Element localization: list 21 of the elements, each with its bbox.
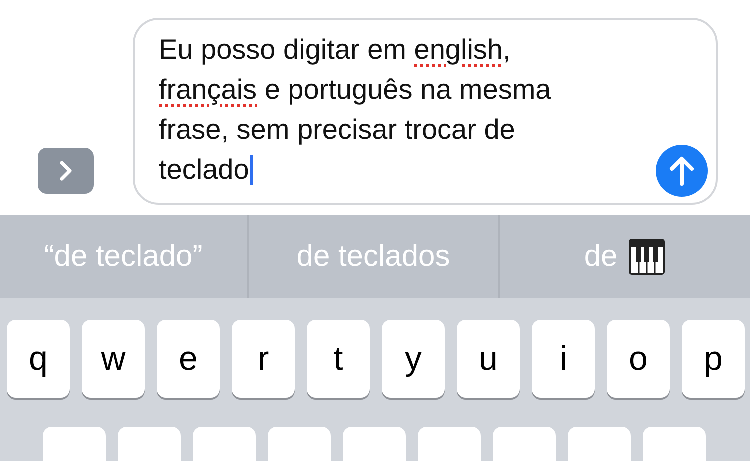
piano-keys-icon xyxy=(628,238,666,276)
key[interactable]: t xyxy=(307,320,370,398)
key[interactable]: i xyxy=(532,320,595,398)
message-text-line: français e português na mesma xyxy=(159,73,552,107)
key[interactable]: y xyxy=(382,320,445,398)
key[interactable]: p xyxy=(682,320,745,398)
key[interactable]: q xyxy=(7,320,70,398)
message-text-line: frase, sem precisar trocar de xyxy=(159,113,516,147)
send-button[interactable] xyxy=(656,145,708,197)
chevron-right-icon xyxy=(59,160,73,182)
key[interactable]: r xyxy=(232,320,295,398)
key[interactable]: u xyxy=(457,320,520,398)
arrow-up-icon xyxy=(669,156,695,186)
expand-button[interactable] xyxy=(38,148,94,194)
key[interactable]: o xyxy=(607,320,670,398)
text-cursor xyxy=(250,155,254,185)
message-field[interactable]: Eu posso digitar em english, français e português na mesma frase, sem precisar trocar de teclado xyxy=(133,18,718,205)
message-text-line: teclado xyxy=(159,150,646,190)
key[interactable]: w xyxy=(82,320,145,398)
key[interactable]: e xyxy=(157,320,220,398)
message-text-line: Eu posso digitar em english, xyxy=(159,33,512,67)
